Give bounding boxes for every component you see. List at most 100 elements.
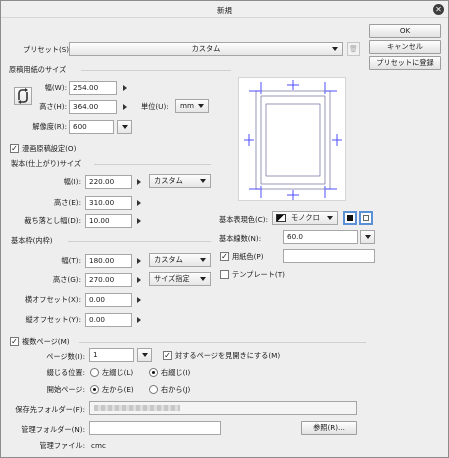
bleed-spin-icon[interactable] [137,218,141,224]
unit-label: 単位(U): [141,102,169,111]
white-color-button[interactable] [359,211,373,225]
paper-color-checkbox[interactable]: ✓ [220,252,229,261]
preset-label: プリセット(S): [23,45,72,54]
divider [94,164,211,165]
ok-button[interactable]: OK [369,24,441,38]
manage-folder-input[interactable] [89,421,221,435]
divider [81,70,231,71]
unit-select[interactable]: mm [175,99,209,113]
binding-left-label: 左綴じ(L) [102,368,134,377]
preset-value: カスタム [191,44,221,53]
y-offset-label: 縦オフセット(Y): [25,315,81,324]
multi-page-label: 複数ページ(M) [22,337,70,346]
line-count-label: 基本線数(N): [219,234,262,243]
height-label: 高さ(H): [39,102,67,111]
height-input[interactable]: 364.00 [69,100,117,114]
binding-right-label: 右綴じ(I) [161,368,191,377]
spread-label: 対するページを見開きにする(M) [175,351,281,360]
start-right-label: 右から(J) [161,385,191,394]
trash-icon[interactable]: 🗑 [347,42,360,56]
paper-color-swatch[interactable] [283,249,375,263]
base-size-mode-value: サイズ指定 [154,274,190,283]
start-right-radio[interactable] [149,385,158,394]
page-preview [238,77,346,201]
divider [68,241,211,242]
manage-file-value: cmc [91,441,106,450]
finish-width-input[interactable]: 220.00 [85,175,132,189]
base-height-spin-icon[interactable] [137,277,141,283]
color-mode-value: モノクロ [291,213,320,222]
width-spin-icon[interactable] [123,85,127,91]
start-page-label: 開始ページ: [46,385,85,394]
title-bar: 新規 ✕ [1,1,448,18]
height-spin-icon[interactable] [123,104,127,110]
base-preset-select[interactable]: カスタム [149,253,211,267]
binding-left-radio[interactable] [90,368,99,377]
y-offset-spin-icon[interactable] [137,317,141,323]
bleed-label: 裁ち落とし幅(D): [24,216,81,225]
finish-width-label: 幅(I): [63,177,81,186]
cancel-button[interactable]: キャンセル [369,40,441,54]
blurred-path [94,405,180,411]
spread-checkbox[interactable]: ✓ [163,351,172,360]
base-height-input[interactable]: 270.00 [85,273,132,287]
page-count-dropdown[interactable] [137,348,152,362]
finish-width-spin-icon[interactable] [137,179,141,185]
page-count-label: ページ数(I): [46,352,85,361]
template-checkbox[interactable] [220,270,229,279]
base-width-spin-icon[interactable] [137,258,141,264]
finish-height-label: 高さ(E): [54,198,81,207]
close-icon[interactable]: ✕ [433,4,444,15]
black-color-button[interactable] [343,211,357,225]
finish-preset-value: カスタム [154,176,183,185]
preview-canvas [244,80,342,200]
manga-settings-checkbox[interactable]: ✓ [10,144,19,153]
manage-folder-label: 管理フォルダー(N): [21,425,85,434]
color-mode-select[interactable]: モノクロ [272,211,338,225]
line-count-input[interactable]: 60.0 [283,230,358,244]
paper-color-label: 用紙色(P) [232,252,264,261]
divider [79,342,366,343]
base-height-label: 高さ(G): [53,275,81,284]
base-preset-value: カスタム [154,255,183,264]
preset-select[interactable]: カスタム [69,42,343,56]
finish-size-heading: 製本(仕上がり)サイズ [11,159,82,168]
x-offset-label: 横オフセット(X): [24,295,81,304]
rotate-arrows-icon [18,88,28,104]
page-count-input[interactable]: 1 [89,348,134,362]
color-mode-label: 基本表現色(C): [219,215,268,224]
multi-page-checkbox[interactable]: ✓ [10,337,19,346]
start-left-radio[interactable] [90,385,99,394]
manage-file-label: 管理ファイル: [39,441,85,450]
bleed-input[interactable]: 10.00 [85,214,132,228]
base-size-mode-select[interactable]: サイズ指定 [149,272,211,286]
save-folder-label: 保存先フォルダー(F): [15,405,85,414]
base-width-label: 幅(T): [61,256,81,265]
finish-preset-select[interactable]: カスタム [149,174,211,188]
finish-height-input[interactable]: 310.00 [85,196,132,210]
x-offset-input[interactable]: 0.00 [85,293,132,307]
new-document-dialog: 新規 ✕ OK キャンセル プリセットに登録 プリセット(S): カスタム 🗑 … [0,0,449,458]
finish-height-spin-icon[interactable] [137,200,141,206]
start-left-label: 左から(E) [102,385,134,394]
swap-orientation-button[interactable] [14,87,32,105]
dialog-title: 新規 [217,6,232,15]
line-count-dropdown[interactable] [360,230,375,244]
mono-swatch-icon [276,214,286,222]
width-input[interactable]: 254.00 [69,81,117,95]
original-size-heading: 原稿用紙のサイズ [9,65,67,74]
save-folder-input[interactable] [89,401,357,415]
base-width-input[interactable]: 180.00 [85,254,132,268]
width-label: 幅(W): [44,83,67,92]
x-offset-spin-icon[interactable] [137,297,141,303]
y-offset-input[interactable]: 0.00 [85,313,132,327]
manga-settings-label: 漫画原稿設定(O) [22,144,77,153]
template-label: テンプレート(T) [232,270,285,279]
browse-button[interactable]: 参照(R)... [301,421,357,435]
unit-value: mm [180,101,195,110]
binding-right-radio[interactable] [149,368,158,377]
binding-label: 綴じる位置: [46,368,85,377]
register-preset-button[interactable]: プリセットに登録 [369,56,441,70]
resolution-input[interactable]: 600 [69,120,114,134]
resolution-dropdown[interactable] [117,120,132,134]
